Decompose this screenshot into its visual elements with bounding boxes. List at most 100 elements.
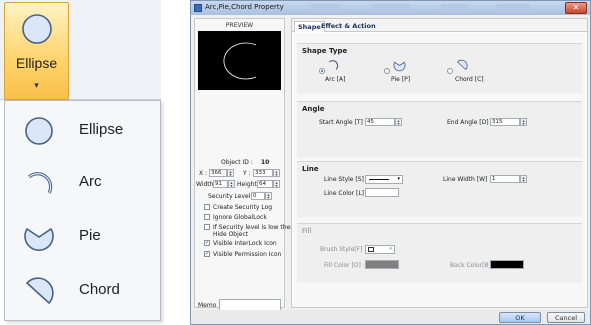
checkbox-label-line2: Hide Object — [213, 231, 249, 238]
end-angle-spinbox[interactable]: 315 ▴ ▾ — [490, 118, 527, 126]
spin-arrows-icon[interactable]: ▴ ▾ — [265, 192, 272, 200]
create-security-log-checkbox[interactable] — [204, 204, 210, 210]
y-label: Y : — [243, 170, 251, 177]
arc-radio-label: Arc [A] — [325, 76, 346, 83]
line-style-label: Line Style [S] : — [324, 176, 368, 183]
app-icon — [194, 4, 202, 12]
chevron-down-icon: ▾ — [389, 246, 392, 252]
chord-icon — [456, 59, 468, 71]
x-value: 366 — [211, 170, 222, 176]
dialog-titlebar[interactable]: Arc,Pie,Chord Property ✕ — [191, 1, 590, 15]
security-level-spinbox[interactable]: 0 ▴ ▾ — [251, 192, 272, 200]
menu-item-pie[interactable]: Pie — [5, 211, 160, 263]
line-width-label: Line Width [W] : — [443, 176, 492, 183]
pie-radio[interactable] — [384, 68, 390, 74]
fill-section: Fill Brush Style[F] : ▾ Fill Color [O] :… — [297, 223, 582, 283]
titlebar-decoration — [371, 4, 411, 12]
titlebar-decoration — [496, 4, 530, 12]
checkbox-label: If Security level is low then — [213, 224, 295, 231]
pie-icon — [24, 227, 54, 251]
pie-radio-label: Pie [P] — [391, 76, 411, 83]
titlebar-decoration — [311, 4, 341, 12]
ignore-globallock-checkbox[interactable] — [204, 214, 210, 220]
arc-icon — [27, 172, 53, 194]
fill-color-swatch[interactable] — [365, 260, 399, 269]
chord-icon — [25, 277, 54, 305]
security-level-value: 0 — [253, 193, 257, 199]
object-id-label: Object ID : — [221, 159, 253, 166]
start-angle-spinbox[interactable]: 45 ▴ ▾ — [365, 118, 402, 126]
preview-label: PREVIEW — [225, 22, 254, 29]
spin-arrows-icon[interactable]: ▴ ▾ — [395, 118, 402, 126]
angle-section: Angle Start Angle [T] : 45 ▴ ▾ End Angle [… — [297, 101, 582, 157]
ellipse-ribbon-button[interactable]: Ellipse ▾ — [4, 2, 69, 100]
property-pane: Shape Effect & Action Shape Type Arc [A]… — [291, 18, 588, 308]
brush-style-combo[interactable]: ▾ — [365, 245, 395, 254]
visible-permission-icon-checkbox[interactable]: ✓ — [204, 251, 210, 257]
line-style-combo[interactable]: ▾ — [365, 175, 403, 184]
shape-type-section: Shape Type Arc [A] Pie [P] Chord [C] — [297, 43, 582, 93]
checkbox-label: Visible Permission Icon — [213, 251, 282, 258]
tab-strip: Shape Effect & Action — [292, 19, 587, 32]
back-color-swatch[interactable] — [490, 260, 524, 269]
y-spinbox[interactable]: 333 ▴ ▾ — [253, 169, 280, 177]
ellipse-icon — [25, 117, 53, 145]
chord-radio[interactable] — [447, 68, 453, 74]
width-value: 91 — [215, 181, 222, 187]
shape-dropdown-menu: Ellipse Arc Pie Chord — [4, 100, 161, 321]
close-button[interactable]: ✕ — [565, 2, 587, 14]
hide-object-checkbox[interactable] — [204, 224, 210, 230]
ellipse-icon — [22, 14, 52, 44]
pie-icon — [393, 61, 406, 72]
line-section: Line Line Style [S] : ▾ Line Width [W] :… — [297, 161, 582, 217]
tab-effect-action[interactable]: Effect & Action — [318, 21, 379, 32]
chevron-down-icon: ▾ — [34, 81, 39, 91]
end-angle-label: End Angle [D] : — [447, 119, 493, 126]
memo-label: Memo : — [198, 302, 221, 309]
brush-style-preview — [368, 247, 374, 252]
object-id-value: 10 — [261, 159, 270, 166]
menu-item-label: Arc — [79, 173, 102, 190]
arc-radio[interactable] — [319, 68, 325, 74]
line-color-swatch[interactable] — [365, 188, 399, 197]
spin-arrows-icon[interactable]: ▴ ▾ — [273, 169, 280, 177]
checkbox-label: Visible InterLock Icon — [213, 240, 277, 247]
width-spinbox[interactable]: 91 ▴ ▾ — [213, 180, 235, 188]
end-angle-value: 315 — [492, 119, 503, 125]
preview-canvas — [198, 31, 281, 90]
spin-arrows-icon[interactable]: ▴ ▾ — [227, 169, 234, 177]
screenshot-root: Ellipse ▾ Ellipse Arc Pie Chord Arc,Pie,… — [0, 0, 591, 325]
spin-arrows-icon[interactable]: ▴ ▾ — [520, 118, 527, 126]
arc-preview-shape — [223, 42, 257, 80]
height-spinbox[interactable]: 64 ▴ ▾ — [257, 180, 280, 188]
start-angle-value: 45 — [367, 119, 374, 125]
visible-interlock-icon-checkbox[interactable]: ✓ — [204, 240, 210, 246]
line-width-spinbox[interactable]: 1 ▴ ▾ — [490, 175, 527, 183]
height-value: 64 — [259, 181, 266, 187]
titlebar-decoration — [441, 4, 469, 12]
spin-arrows-icon[interactable]: ▴ ▾ — [273, 180, 280, 188]
spin-arrows-icon[interactable]: ▴ ▾ — [228, 180, 235, 188]
cancel-button[interactable]: Cancel — [547, 312, 585, 323]
menu-item-chord[interactable]: Chord — [5, 265, 160, 317]
line-color-label: Line Color [L] : — [324, 190, 368, 197]
x-label: X : — [199, 170, 208, 177]
line-title: Line — [302, 165, 319, 173]
ellipse-button-label: Ellipse — [15, 55, 58, 71]
object-info-pane: PREVIEW Object ID : 10 X : 366 ▴ ▾ Y : 333… — [194, 18, 294, 321]
fill-color-label: Fill Color [O] : — [324, 262, 365, 269]
x-spinbox[interactable]: 366 ▴ ▾ — [209, 169, 234, 177]
menu-item-ellipse[interactable]: Ellipse — [5, 105, 160, 157]
arc-icon — [328, 60, 339, 70]
menu-item-arc[interactable]: Arc — [5, 157, 160, 209]
shape-tab-content: Shape Type Arc [A] Pie [P] Chord [C] Ang… — [294, 33, 585, 307]
line-width-value: 1 — [492, 176, 496, 182]
ok-button[interactable]: OK — [499, 312, 541, 323]
checkbox-label: Create Security Log — [213, 204, 273, 211]
spin-arrows-icon[interactable]: ▴ ▾ — [520, 175, 527, 183]
y-value: 333 — [255, 170, 266, 176]
menu-item-label: Pie — [79, 227, 101, 244]
dialog-title: Arc,Pie,Chord Property — [205, 3, 284, 11]
brush-style-label: Brush Style[F] : — [320, 246, 367, 253]
shape-type-title: Shape Type — [302, 47, 348, 55]
